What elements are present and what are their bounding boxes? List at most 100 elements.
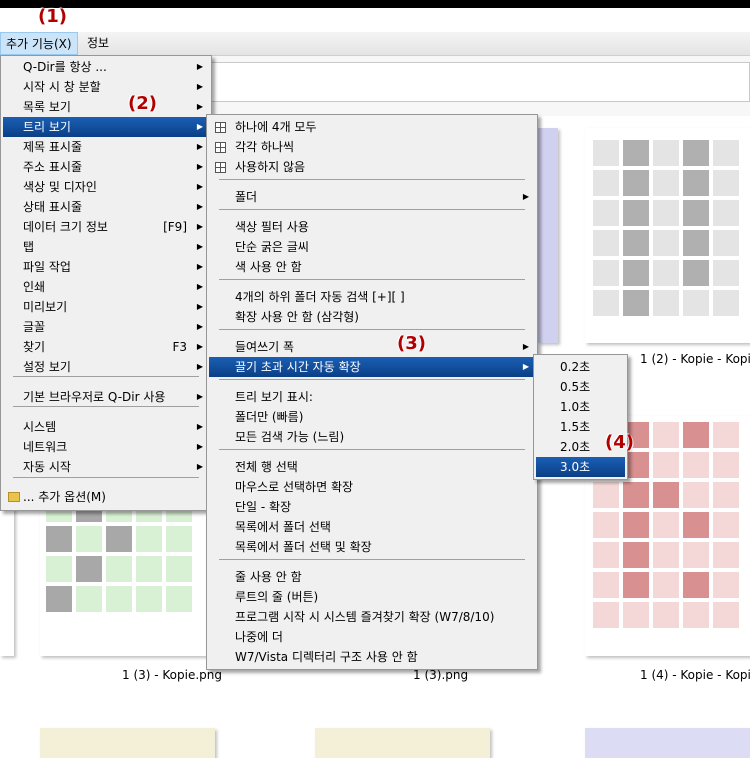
menu-item[interactable]: 트리 보기 ▶ [3,117,209,137]
menu-item-label: 하나에 4개 모두 [235,120,317,134]
menu-item-shortcut: F3 [172,340,187,354]
file-name[interactable]: 1 (2) - Kopie - Kopie. [640,352,750,366]
submenu-item[interactable]: 단순 굵은 글씨 [209,237,535,257]
menu-item[interactable]: 제목 표시줄 ▶ [3,137,209,157]
grid-cell [683,542,709,568]
menu-item-label: 미리보기 [23,300,68,314]
grid-cell [166,526,192,552]
submenu-arrow-icon: ▶ [196,282,203,291]
menu-extras[interactable]: 추가 기능(X) [0,32,78,55]
menu-item-label: 폴더 [235,190,258,204]
grid-cell [46,556,72,582]
grid-cell [713,290,739,316]
grid-cell [683,230,709,256]
submenu-item[interactable]: 목록에서 폴더 선택 [209,517,535,537]
grid-cell [623,200,649,226]
submenu-item[interactable]: 루트의 줄 (버튼) [209,587,535,607]
submenu-item[interactable]: 프로그램 시작 시 시스템 즐겨찾기 확장 (W7/8/10) [209,607,535,627]
grid-cell [593,602,619,628]
menu-item[interactable]: 상태 표시줄 ▶ [3,197,209,217]
delay-option[interactable]: 0.2초 [536,357,625,377]
menu-item[interactable]: 색상 및 디자인 ▶ [3,177,209,197]
menu-item-label: 루트의 줄 (버튼) [235,590,319,604]
file-name[interactable]: 1 (4) - Kopie - Kopie. [640,668,750,682]
submenu-arrow-icon: ▶ [196,462,203,471]
submenu-item[interactable]: 하나에 4개 모두 [209,117,535,137]
menu-separator [13,477,199,478]
grid-cell [593,200,619,226]
submenu-item[interactable]: 전체 행 선택 [209,457,535,477]
menu-item-label: 목록에서 폴더 선택 및 확장 [235,540,372,554]
grid-cell [593,512,619,538]
submenu-item[interactable]: 모든 검색 가능 (느림) [209,427,535,447]
submenu-item[interactable]: 폴더만 (빠름) [209,407,535,427]
menu-item[interactable]: 자동 시작 ▶ [3,457,209,477]
submenu-item[interactable]: 트리 보기 표시: [209,387,535,407]
menu-item[interactable]: 설정 보기 ▶ [3,357,209,377]
menu-item[interactable]: ... 추가 옵션(M) [3,487,209,507]
submenu-item[interactable]: 목록에서 폴더 선택 및 확장 [209,537,535,557]
submenu-item[interactable]: 들여쓰기 폭 ▶ [209,337,535,357]
submenu-item[interactable]: W7/Vista 디렉터리 구조 사용 안 함 [209,647,535,667]
menu-item[interactable]: 기본 브라우저로 Q-Dir 사용 ▶ [3,387,209,407]
menu-separator [219,179,525,180]
submenu-arrow-icon: ▶ [196,102,203,111]
menu-item-label: ... 추가 옵션(M) [23,490,106,504]
submenu-item[interactable]: 색 사용 안 함 [209,257,535,277]
menu-item[interactable]: 시작 시 창 분할 ▶ [3,77,209,97]
thumbnail-yellow[interactable] [40,728,215,758]
submenu-item[interactable]: 확장 사용 안 함 (삼각형) [209,307,535,327]
thumbnail-yellow[interactable] [315,728,490,758]
menu-item-label: 제목 표시줄 [23,140,83,154]
address-bar[interactable] [210,62,750,102]
submenu-item[interactable]: 4개의 하위 폴더 자동 검색 [+][ ] [209,287,535,307]
submenu-arrow-icon: ▶ [196,162,203,171]
menu-item[interactable]: 네트워크 ▶ [3,437,209,457]
menu-info[interactable]: 정보 [82,32,114,55]
grid-cell [623,230,649,256]
thumbnail-green[interactable] [40,496,210,656]
menu-item[interactable]: 목록 보기 ▶ [3,97,209,117]
file-name[interactable]: 1 (3) - Kopie.png [122,668,222,682]
file-name[interactable]: 1 (3).png [413,668,468,682]
menu-item[interactable]: Q-Dir를 항상 ... ▶ [3,57,209,77]
submenu-item[interactable]: 각각 하나씩 [209,137,535,157]
grid-cell [683,602,709,628]
menu-item[interactable]: 인쇄 ▶ [3,277,209,297]
menu-item[interactable]: 탭 ▶ [3,237,209,257]
delay-option[interactable]: 3.0초 [536,457,625,477]
grid-cell [623,542,649,568]
delay-option[interactable]: 0.5초 [536,377,625,397]
submenu-arrow-icon: ▶ [196,322,203,331]
submenu-arrow-icon: ▶ [196,82,203,91]
menu-item[interactable]: 글꼴 ▶ [3,317,209,337]
menu-item[interactable]: 찾기 F3 ▶ [3,337,209,357]
menu-item-label: 설정 보기 [23,360,71,374]
thumbnail-gray[interactable] [585,128,750,343]
menu-item[interactable]: 주소 표시줄 ▶ [3,157,209,177]
grid-cell [683,200,709,226]
submenu-item[interactable]: 색상 필터 사용 [209,217,535,237]
menu-item[interactable]: 데이터 크기 정보 [F9] ▶ [3,217,209,237]
submenu-item[interactable]: 나중에 더 [209,627,535,647]
submenu-item[interactable]: 마우스로 선택하면 확장 [209,477,535,497]
submenu-item[interactable]: 끌기 초과 시간 자동 확장 ▶ [209,357,535,377]
delay-option[interactable]: 1.0초 [536,397,625,417]
submenu-item[interactable]: 줄 사용 안 함 [209,567,535,587]
annotation-step-4: (4) [605,432,634,453]
grid-cell [593,290,619,316]
menu-item-label: 줄 사용 안 함 [235,570,302,584]
menu-item-label: 트리 보기 [23,120,71,134]
submenu-item[interactable]: 사용하지 않음 [209,157,535,177]
menu-item[interactable]: 미리보기 ▶ [3,297,209,317]
submenu-item[interactable]: 폴더 ▶ [209,187,535,207]
annotation-step-1: (1) [38,6,67,27]
menu-item[interactable]: 파일 작업 ▶ [3,257,209,277]
thumbnail-purple[interactable] [585,728,750,758]
menu-item-label: 1.0초 [560,400,591,414]
menu-item[interactable]: 시스템 ▶ [3,417,209,437]
submenu-item[interactable]: 단일 - 확장 [209,497,535,517]
annotation-step-2: (2) [128,93,157,114]
grid-cell [683,482,709,508]
submenu-arrow-icon: ▶ [196,62,203,71]
